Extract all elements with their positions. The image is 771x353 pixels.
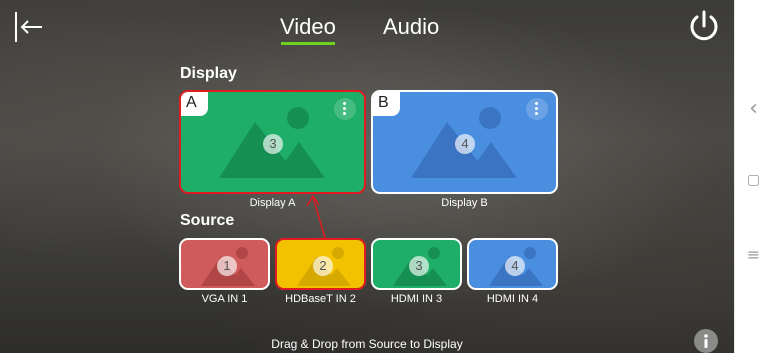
back-arrow-icon[interactable] xyxy=(12,10,46,44)
display-letter-badge: A xyxy=(181,92,208,116)
display-letter-badge: B xyxy=(373,92,400,116)
source-label-hdmi-in-3: HDMI IN 3 xyxy=(390,293,443,305)
display-b-label: Display B xyxy=(441,197,488,209)
source-card-vga-in-1[interactable]: 1 xyxy=(179,238,270,290)
system-nav-bar: ‹ ▢ ≡ xyxy=(734,0,771,353)
more-vertical-icon[interactable] xyxy=(526,98,548,120)
source-number: 4 xyxy=(505,256,525,276)
display-b-card[interactable]: B 4 xyxy=(371,90,558,194)
system-back-icon[interactable]: ‹ xyxy=(735,96,771,121)
drag-drop-hint: Drag & Drop from Source to Display xyxy=(271,337,463,351)
display-section-title: Display xyxy=(180,65,237,82)
app-canvas: Video Audio Display A 3 Display A B 4 Di… xyxy=(0,0,734,353)
system-home-icon[interactable]: ▢ xyxy=(735,172,771,188)
source-label-hdbaset-in-2: HDBaseT IN 2 xyxy=(285,293,356,305)
assigned-source-number: 4 xyxy=(455,134,475,154)
tab-video[interactable]: Video xyxy=(280,14,336,40)
assigned-source-number: 3 xyxy=(263,134,283,154)
source-number: 1 xyxy=(217,256,237,276)
info-icon[interactable] xyxy=(694,329,718,353)
source-label-vga-in-1: VGA IN 1 xyxy=(201,293,248,305)
source-section-title: Source xyxy=(180,212,235,229)
source-card-hdbaset-in-2[interactable]: 2 xyxy=(275,238,366,290)
display-a-card[interactable]: A 3 xyxy=(179,90,366,194)
active-tab-underline xyxy=(281,42,335,45)
system-recents-icon[interactable]: ≡ xyxy=(735,245,771,264)
source-number: 3 xyxy=(409,256,429,276)
source-card-hdmi-in-4[interactable]: 4 xyxy=(467,238,558,290)
source-card-hdmi-in-3[interactable]: 3 xyxy=(371,238,462,290)
power-icon[interactable] xyxy=(686,8,722,44)
more-vertical-icon[interactable] xyxy=(334,98,356,120)
tab-audio[interactable]: Audio xyxy=(383,14,439,40)
source-number: 2 xyxy=(313,256,333,276)
source-label-hdmi-in-4: HDMI IN 4 xyxy=(486,293,539,305)
display-a-label: Display A xyxy=(249,197,296,209)
